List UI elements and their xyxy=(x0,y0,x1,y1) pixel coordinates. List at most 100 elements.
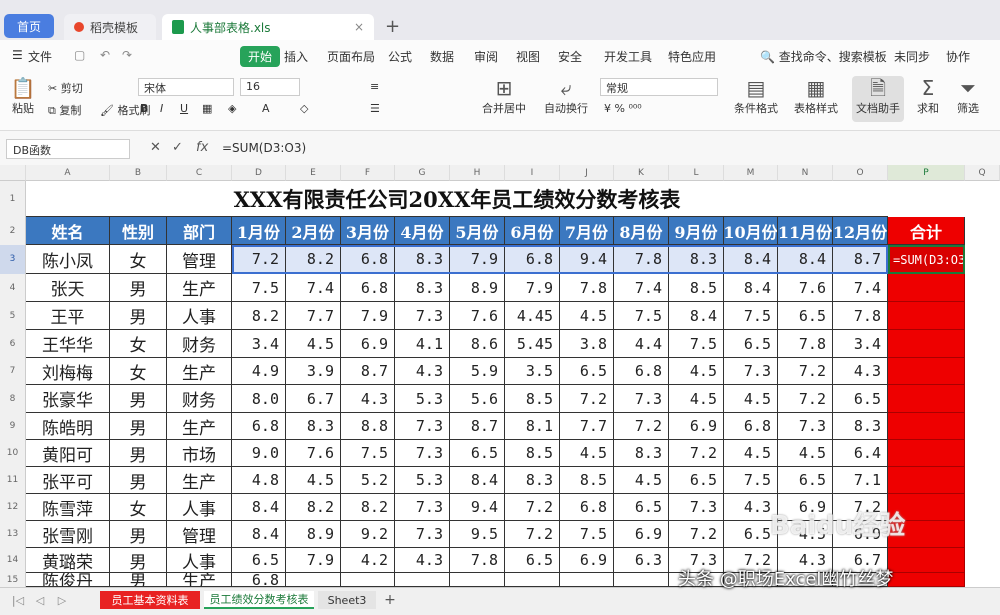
score-cell[interactable]: 4.5 xyxy=(724,440,778,467)
score-cell[interactable]: 6.5 xyxy=(833,385,888,413)
score-cell[interactable]: 6.9 xyxy=(614,521,669,548)
score-cell[interactable]: 8.7 xyxy=(833,245,888,274)
score-cell[interactable]: 7.3 xyxy=(395,302,450,330)
row-header[interactable]: 11 xyxy=(0,467,26,494)
sum-button[interactable]: Σ 求和 xyxy=(910,76,946,122)
name-cell[interactable]: 黄璐荣 xyxy=(26,548,110,573)
score-cell[interactable]: 7.2 xyxy=(232,245,286,274)
gender-cell[interactable]: 男 xyxy=(110,302,167,330)
score-cell[interactable]: 8.3 xyxy=(833,413,888,440)
row-header[interactable]: 7 xyxy=(0,358,26,385)
score-cell[interactable]: 4.5 xyxy=(560,302,614,330)
name-cell[interactable]: 张平可 xyxy=(26,467,110,494)
score-cell[interactable]: 7.5 xyxy=(669,330,724,358)
column-header[interactable]: B xyxy=(110,165,167,181)
column-header[interactable]: L xyxy=(669,165,724,181)
score-cell[interactable]: 3.9 xyxy=(286,358,341,385)
score-cell[interactable]: 7.5 xyxy=(724,302,778,330)
score-cell[interactable]: 7.4 xyxy=(833,274,888,302)
clear-icon[interactable]: ◇ xyxy=(300,102,308,115)
dept-cell[interactable]: 管理 xyxy=(167,245,232,274)
header-cell[interactable]: 7月份 xyxy=(560,217,614,245)
name-cell[interactable]: 陈皓明 xyxy=(26,413,110,440)
column-header[interactable]: D xyxy=(232,165,286,181)
undo-icon[interactable]: ↶ xyxy=(100,48,110,62)
score-cell[interactable]: 8.1 xyxy=(505,413,560,440)
score-cell[interactable]: 8.5 xyxy=(505,385,560,413)
header-cell[interactable]: 5月份 xyxy=(450,217,505,245)
name-cell[interactable]: 陈雪萍 xyxy=(26,494,110,521)
score-cell[interactable]: 8.2 xyxy=(286,245,341,274)
filter-button[interactable]: ⏷ 筛选 xyxy=(950,76,986,122)
menu-item-formula[interactable]: 公式 xyxy=(388,48,412,65)
copy-button[interactable]: ⧉ 复制 xyxy=(48,102,81,118)
score-cell[interactable]: 8.7 xyxy=(341,358,395,385)
score-cell[interactable]: 8.5 xyxy=(560,467,614,494)
row-header[interactable]: 15 xyxy=(0,573,26,587)
score-cell[interactable]: 6.8 xyxy=(505,245,560,274)
total-cell[interactable] xyxy=(888,330,965,358)
score-cell[interactable]: 5.6 xyxy=(450,385,505,413)
score-cell[interactable]: 7.5 xyxy=(724,467,778,494)
score-cell[interactable]: 7.3 xyxy=(395,521,450,548)
score-cell[interactable]: 4.8 xyxy=(232,467,286,494)
score-cell[interactable]: 8.4 xyxy=(450,467,505,494)
column-header[interactable]: F xyxy=(341,165,395,181)
sheet-tab-sheet3[interactable]: Sheet3 xyxy=(318,591,376,609)
menu-collab[interactable]: 协作 xyxy=(946,48,970,65)
score-cell[interactable]: 7.6 xyxy=(286,440,341,467)
score-cell[interactable]: 4.3 xyxy=(395,548,450,573)
tab-home[interactable]: 首页 xyxy=(4,14,54,38)
align-left-icon[interactable]: ☰ xyxy=(370,102,380,115)
score-cell[interactable]: 6.5 xyxy=(778,467,833,494)
score-cell[interactable]: 7.8 xyxy=(614,245,669,274)
score-cell[interactable]: 8.4 xyxy=(724,274,778,302)
total-cell[interactable] xyxy=(888,413,965,440)
score-cell[interactable]: 6.4 xyxy=(833,440,888,467)
score-cell[interactable]: 6.5 xyxy=(669,467,724,494)
score-cell[interactable]: 4.5 xyxy=(778,440,833,467)
dept-cell[interactable]: 人事 xyxy=(167,494,232,521)
column-header[interactable]: A xyxy=(26,165,110,181)
gender-cell[interactable]: 女 xyxy=(110,358,167,385)
score-cell[interactable]: 8.6 xyxy=(450,330,505,358)
score-cell[interactable]: 7.9 xyxy=(505,274,560,302)
bold-button[interactable]: B xyxy=(140,102,148,115)
score-cell[interactable]: 7.2 xyxy=(778,358,833,385)
formula-input[interactable]: =SUM(D3:O3) xyxy=(222,141,306,155)
score-cell[interactable]: 7.8 xyxy=(833,302,888,330)
header-cell[interactable]: 2月份 xyxy=(286,217,341,245)
sheet-tab-performance[interactable]: 员工绩效分数考核表 xyxy=(204,591,314,609)
header-cell[interactable]: 性别 xyxy=(110,217,167,245)
score-cell[interactable]: 7.7 xyxy=(286,302,341,330)
next-sheet-icon[interactable]: ▷ xyxy=(52,591,72,609)
score-cell[interactable]: 6.8 xyxy=(560,494,614,521)
score-cell[interactable]: 7.3 xyxy=(724,358,778,385)
column-header[interactable]: Q xyxy=(965,165,1000,181)
row-header[interactable]: 9 xyxy=(0,413,26,440)
column-header[interactable]: M xyxy=(724,165,778,181)
score-cell[interactable] xyxy=(286,573,341,587)
score-cell[interactable]: 6.8 xyxy=(341,245,395,274)
score-cell[interactable]: 6.8 xyxy=(232,413,286,440)
score-cell[interactable]: 8.4 xyxy=(232,521,286,548)
menu-item-special[interactable]: 特色应用 xyxy=(668,48,716,65)
score-cell[interactable]: 6.9 xyxy=(669,413,724,440)
score-cell[interactable]: 7.4 xyxy=(614,274,669,302)
cut-button[interactable]: ✂ 剪切 xyxy=(48,80,83,96)
score-cell[interactable]: 9.0 xyxy=(232,440,286,467)
header-cell[interactable]: 部门 xyxy=(167,217,232,245)
font-color-icon[interactable]: A xyxy=(262,102,270,115)
score-cell[interactable] xyxy=(505,573,560,587)
header-cell[interactable]: 11月份 xyxy=(778,217,833,245)
dept-cell[interactable]: 市场 xyxy=(167,440,232,467)
gender-cell[interactable]: 男 xyxy=(110,440,167,467)
score-cell[interactable]: 6.8 xyxy=(724,413,778,440)
dept-cell[interactable]: 生产 xyxy=(167,358,232,385)
menu-item-layout[interactable]: 页面布局 xyxy=(327,48,375,65)
score-cell[interactable]: 6.5 xyxy=(724,330,778,358)
score-cell[interactable]: 6.9 xyxy=(341,330,395,358)
column-header[interactable]: C xyxy=(167,165,232,181)
score-cell[interactable]: 4.5 xyxy=(286,467,341,494)
total-cell[interactable] xyxy=(888,573,965,587)
